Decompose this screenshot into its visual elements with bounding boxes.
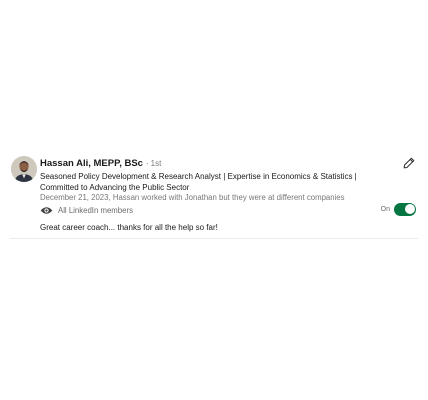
visibility-toggle-group: On: [381, 202, 416, 216]
visibility-toggle[interactable]: [394, 202, 416, 216]
visibility-label: All LinkedIn members: [58, 205, 133, 215]
avatar-photo: [11, 156, 37, 182]
author-headline: Seasoned Policy Development & Research A…: [40, 172, 357, 192]
toggle-state-label: On: [380, 205, 390, 213]
recommendation-card: Hassan Ali, MEPP, BSc · 1st Seasoned Pol…: [10, 152, 418, 239]
eye-icon: [40, 206, 53, 215]
author-name[interactable]: Hassan Ali, MEPP, BSc: [40, 158, 143, 169]
avatar[interactable]: [11, 156, 37, 182]
recommendation-text: Great career coach... thanks for all the…: [40, 223, 218, 232]
author-line: Hassan Ali, MEPP, BSc · 1st: [40, 158, 161, 172]
degree-separator: ·: [145, 159, 149, 168]
pencil-icon: [403, 157, 415, 169]
connection-degree: 1st: [150, 159, 162, 168]
toggle-knob: [404, 204, 415, 214]
visibility-setting[interactable]: All LinkedIn members: [40, 204, 133, 216]
edit-button[interactable]: [402, 156, 416, 170]
recommendation-meta: December 21, 2023, Hassan worked with Jo…: [40, 193, 345, 202]
